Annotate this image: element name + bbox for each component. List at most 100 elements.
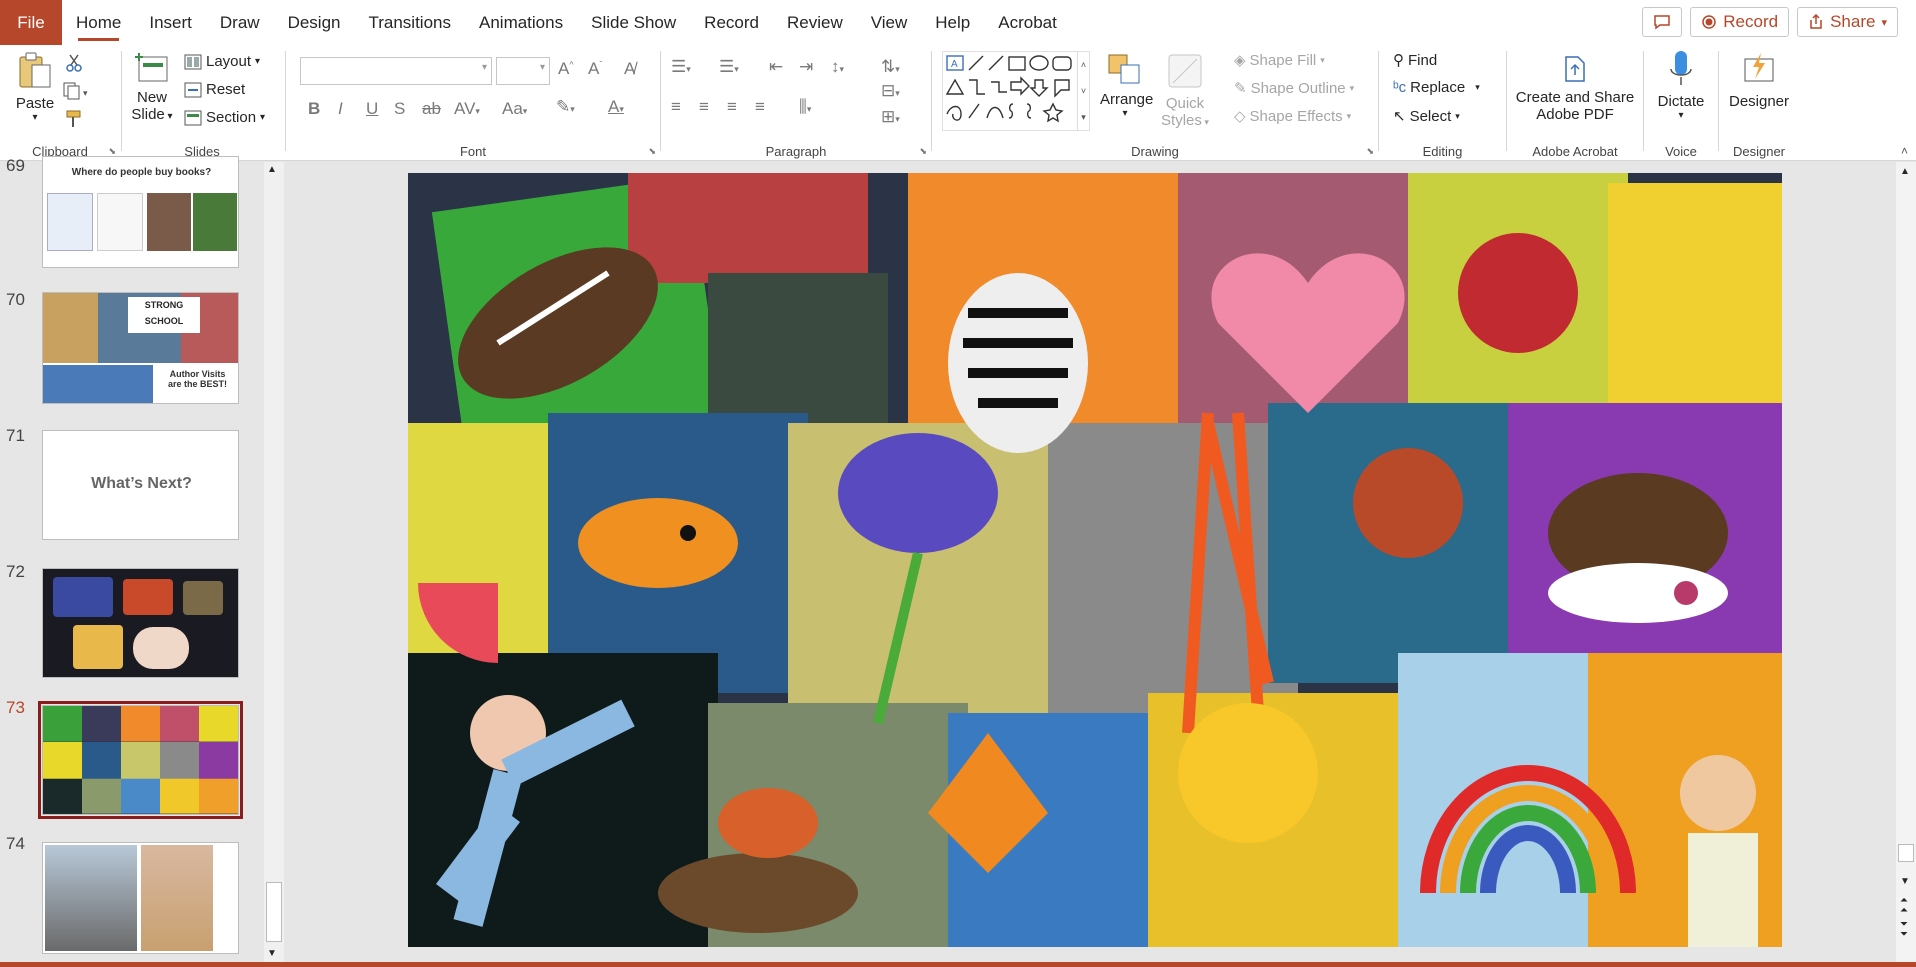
designer-button[interactable]: Designer: [1719, 49, 1799, 110]
copy-icon[interactable]: ▾: [62, 81, 90, 101]
reset-button[interactable]: Reset: [184, 81, 245, 98]
paste-icon: [19, 52, 51, 88]
previous-slide-icon[interactable]: ⏶ ⏶: [1900, 896, 1908, 916]
next-slide-icon[interactable]: ⏷ ⏷: [1900, 920, 1908, 940]
tab-insert[interactable]: Insert: [135, 0, 206, 45]
columns-icon[interactable]: ⫼▾: [799, 97, 811, 117]
smartart-icon[interactable]: ⊞▾: [881, 107, 900, 127]
tab-slide-show[interactable]: Slide Show: [577, 0, 690, 45]
slide-thumbnail-71[interactable]: What’s Next?: [42, 430, 239, 540]
tab-help[interactable]: Help: [921, 0, 984, 45]
tab-animations[interactable]: Animations: [465, 0, 577, 45]
scrollbar-thumb[interactable]: [1898, 844, 1914, 862]
create-share-pdf-button[interactable]: Create and Share Adobe PDF: [1507, 51, 1643, 123]
shape-fill-button[interactable]: ◈ Shape Fill ▾: [1234, 51, 1325, 70]
numbering-icon[interactable]: ☰▾: [719, 57, 739, 77]
fill-bucket-icon: ◈: [1234, 52, 1246, 69]
comment-icon: [1654, 15, 1671, 30]
align-text-icon[interactable]: ⊟▾: [881, 81, 900, 101]
justify-icon[interactable]: ≡: [755, 97, 765, 117]
scroll-up-icon[interactable]: ▲: [267, 164, 277, 175]
change-case-icon[interactable]: Aa▾: [502, 99, 527, 119]
shapes-icon: A: [945, 55, 1072, 123]
tab-acrobat[interactable]: Acrobat: [984, 0, 1071, 45]
character-spacing-icon[interactable]: AV▾: [454, 99, 480, 119]
arrange-button[interactable]: Arrange ▾: [1100, 51, 1153, 119]
bullets-icon[interactable]: ☰▾: [671, 57, 691, 77]
slide-number: 71: [6, 426, 25, 445]
paragraph-launcher-icon[interactable]: ⬊: [919, 146, 927, 157]
new-slide-button[interactable]: New Slide ▾: [130, 51, 174, 123]
drawing-launcher-icon[interactable]: ⬊: [1366, 146, 1374, 157]
line-spacing-icon[interactable]: ↕▾: [831, 57, 844, 77]
font-color-icon[interactable]: A▾: [608, 97, 624, 117]
voice-group: Dictate ▾ Voice: [1644, 45, 1718, 161]
align-center-icon[interactable]: ≡: [699, 97, 709, 117]
highlight-color-icon[interactable]: ✎▾: [556, 97, 575, 117]
slide-thumbnail-panel: 69 Where do people buy books? 70 STRONG …: [0, 156, 285, 967]
strikethrough-icon[interactable]: ab: [422, 99, 441, 119]
increase-indent-icon[interactable]: ⇥: [799, 57, 813, 77]
select-button[interactable]: ↖ Select ▾: [1393, 107, 1460, 126]
slide-scrollbar[interactable]: ▲ ▼ ⏶ ⏶ ⏷ ⏷: [1896, 162, 1916, 962]
shapes-scroll-icon[interactable]: ˄ ˅ ▾: [1077, 52, 1089, 130]
find-button[interactable]: ⚲ Find: [1393, 51, 1437, 70]
underline-icon[interactable]: U: [366, 99, 378, 119]
scroll-up-icon[interactable]: ▲: [1900, 166, 1910, 177]
clear-formatting-icon[interactable]: A̸: [624, 59, 635, 79]
record-dot-icon: [1702, 15, 1717, 29]
record-button[interactable]: Record: [1690, 7, 1790, 37]
slide-thumbnail-74[interactable]: [42, 842, 239, 954]
slide-thumbnail-69[interactable]: Where do people buy books?: [42, 156, 239, 268]
shadow-icon[interactable]: S: [394, 99, 405, 119]
share-chevron-icon[interactable]: ▾: [1881, 16, 1887, 29]
layout-button[interactable]: Layout ▾: [184, 53, 260, 70]
tab-design[interactable]: Design: [274, 0, 355, 45]
text-direction-icon[interactable]: ⇅▾: [881, 57, 900, 77]
cut-icon[interactable]: [64, 53, 84, 73]
format-painter-icon[interactable]: [64, 109, 84, 129]
slide-thumbnail-73[interactable]: [38, 701, 243, 819]
thumb-image: [141, 845, 213, 951]
tab-file[interactable]: File: [0, 0, 62, 45]
quick-styles-button[interactable]: Quick Styles ▾: [1158, 51, 1212, 129]
align-right-icon[interactable]: ≡: [727, 97, 737, 117]
comments-button[interactable]: [1642, 7, 1683, 37]
decrease-font-icon[interactable]: Aˇ: [588, 59, 602, 79]
font-size-input[interactable]: ▾: [496, 57, 550, 85]
collapse-ribbon-icon[interactable]: ˄: [1901, 144, 1908, 158]
thumbnail-scrollbar[interactable]: ▲ ▼: [264, 162, 284, 962]
tab-home[interactable]: Home: [62, 0, 135, 45]
slide-canvas[interactable]: [408, 173, 1782, 947]
shape-outline-button[interactable]: ✎ Shape Outline ▾: [1234, 79, 1354, 98]
paste-button[interactable]: Paste ▾: [14, 51, 56, 131]
font-name-input[interactable]: ▾: [300, 57, 492, 85]
scrollbar-thumb[interactable]: [266, 882, 282, 942]
align-left-icon[interactable]: ≡: [671, 97, 681, 117]
tab-transitions[interactable]: Transitions: [354, 0, 465, 45]
shape-effects-button[interactable]: ◇ Shape Effects ▾: [1234, 107, 1351, 126]
bold-icon[interactable]: B: [308, 99, 320, 119]
microphone-icon: [1670, 51, 1692, 85]
scroll-down-icon[interactable]: ▼: [267, 948, 277, 959]
increase-font-icon[interactable]: A^: [558, 59, 574, 79]
tab-record[interactable]: Record: [690, 0, 773, 45]
tab-view[interactable]: View: [857, 0, 922, 45]
slide-thumbnail-72[interactable]: [42, 568, 239, 678]
editing-label: Editing: [1422, 144, 1463, 159]
font-launcher-icon[interactable]: ⬊: [648, 146, 656, 157]
shapes-gallery[interactable]: A ˄ ˅ ▾: [942, 51, 1090, 131]
scroll-down-icon[interactable]: ▼: [1900, 876, 1910, 887]
section-button[interactable]: Section ▾: [184, 109, 265, 126]
slide-thumbnail-70[interactable]: STRONG SCHOOL Author Visits are the BEST…: [42, 292, 239, 404]
italic-icon[interactable]: I: [338, 99, 343, 119]
share-button[interactable]: Share ▾: [1797, 7, 1898, 37]
decrease-indent-icon[interactable]: ⇤: [769, 57, 783, 77]
slide-number: 73: [6, 698, 25, 717]
tab-draw[interactable]: Draw: [206, 0, 274, 45]
thumb-image: [193, 193, 237, 251]
dictate-button[interactable]: Dictate ▾: [1644, 49, 1718, 121]
replace-button[interactable]: ᵇc Replace ▾: [1393, 79, 1480, 96]
tab-review[interactable]: Review: [773, 0, 857, 45]
share-label: Share: [1830, 12, 1876, 31]
